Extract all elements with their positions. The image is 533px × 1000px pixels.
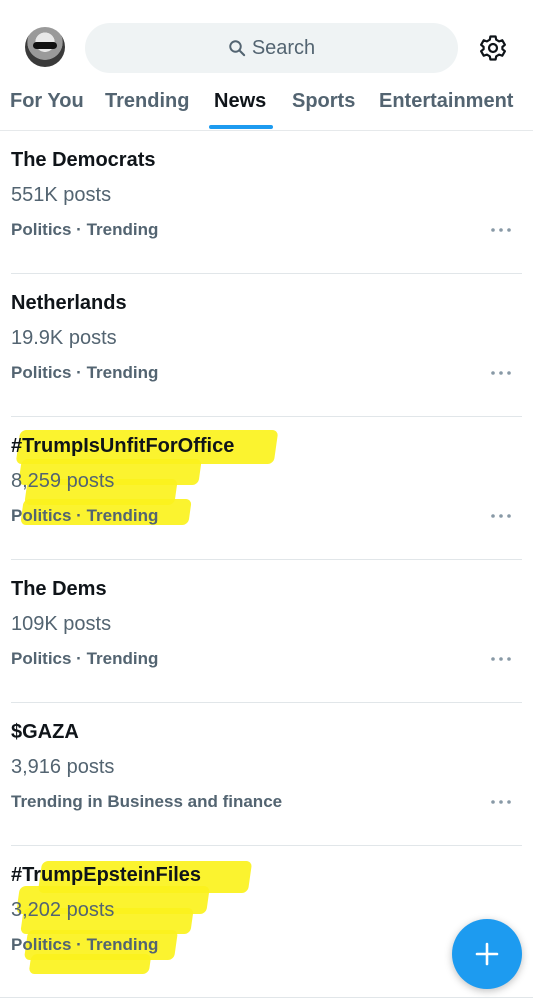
trend-post-count: 19.9K posts xyxy=(11,327,117,349)
bottom-divider xyxy=(0,997,533,998)
trend-item[interactable]: #TrumpIsUnfitForOffice 8,259 posts Polit… xyxy=(0,417,533,560)
highlight-marker xyxy=(28,954,152,974)
search-placeholder: Search xyxy=(251,36,316,59)
tab-bar: For You Trending News Sports Entertainme… xyxy=(0,84,533,131)
trend-post-count: 3,916 posts xyxy=(11,756,115,778)
trend-item[interactable]: $GAZA 3,916 posts Trending in Business a… xyxy=(0,703,533,846)
trend-item[interactable]: The Democrats 551K posts Politics · Tren… xyxy=(0,131,533,274)
trends-list: The Democrats 551K posts Politics · Tren… xyxy=(0,131,533,989)
tab-trending[interactable]: Trending xyxy=(105,90,189,113)
trend-item[interactable]: The Dems 109K posts Politics · Trending xyxy=(0,560,533,703)
tab-news[interactable]: News xyxy=(214,90,266,113)
more-options-icon[interactable] xyxy=(490,513,512,519)
trend-title: The Dems xyxy=(11,578,107,600)
trend-post-count: 109K posts xyxy=(11,613,112,635)
trend-category: Politics · Trending xyxy=(11,363,159,382)
trend-title: #TrumpIsUnfitForOffice xyxy=(11,435,235,457)
avatar-glasses xyxy=(33,42,57,49)
active-tab-indicator xyxy=(209,125,273,129)
tab-sports[interactable]: Sports xyxy=(292,90,355,113)
trend-category: Politics · Trending xyxy=(11,220,159,239)
avatar[interactable] xyxy=(25,27,65,67)
trend-category: Trending in Business and finance xyxy=(11,792,283,811)
more-options-icon[interactable] xyxy=(490,370,512,376)
more-options-icon[interactable] xyxy=(490,799,512,805)
plus-icon xyxy=(475,942,499,966)
compose-post-button[interactable] xyxy=(452,919,522,989)
tab-entertainment[interactable]: Entertainment xyxy=(379,90,513,113)
trend-item[interactable]: #TrumpEpsteinFiles 3,202 posts Politics … xyxy=(0,846,533,989)
trend-title: #TrumpEpsteinFiles xyxy=(11,864,202,886)
trend-post-count: 8,259 posts xyxy=(11,470,115,492)
trend-category: Politics · Trending xyxy=(11,649,159,668)
trend-category: Politics · Trending xyxy=(11,506,159,525)
trend-title: $GAZA xyxy=(11,721,79,743)
trend-post-count: 3,202 posts xyxy=(11,899,115,921)
more-options-icon[interactable] xyxy=(490,656,512,662)
top-bar: Search xyxy=(0,0,533,84)
more-options-icon[interactable] xyxy=(490,227,512,233)
search-icon xyxy=(229,40,245,57)
trend-title: The Democrats xyxy=(11,149,156,171)
tab-for-you[interactable]: For You xyxy=(10,90,84,113)
trend-item[interactable]: Netherlands 19.9K posts Politics · Trend… xyxy=(0,274,533,417)
trend-category: Politics · Trending xyxy=(11,935,159,954)
gear-icon[interactable] xyxy=(478,33,508,63)
trend-title: Netherlands xyxy=(11,292,127,314)
search-bar[interactable]: Search xyxy=(85,23,458,73)
trend-post-count: 551K posts xyxy=(11,184,112,206)
